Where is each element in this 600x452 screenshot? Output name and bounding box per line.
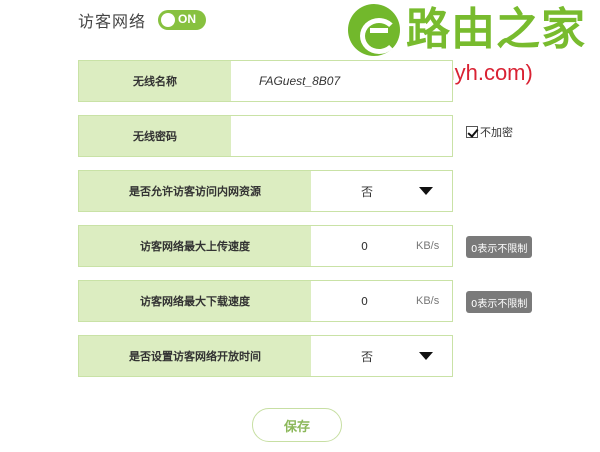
upload-speed-unit: KB/s bbox=[416, 240, 440, 252]
guest-network-header: 访客网络 ON bbox=[78, 8, 207, 32]
chevron-down-icon[interactable] bbox=[419, 352, 433, 360]
no-encrypt-label: 不加密 bbox=[480, 126, 513, 139]
download-speed-label: 访客网络最大下载速度 bbox=[79, 281, 311, 321]
no-encrypt-checkbox[interactable] bbox=[466, 126, 478, 138]
ssid-label: 无线名称 bbox=[79, 61, 231, 101]
download-speed-input[interactable]: 0 bbox=[361, 281, 368, 321]
upload-speed-label: 访客网络最大上传速度 bbox=[79, 226, 311, 266]
intranet-access-label: 是否允许访客访问内网资源 bbox=[79, 171, 311, 211]
save-button[interactable]: 保存 bbox=[252, 408, 342, 442]
watermark-name: 路由之家 bbox=[406, 4, 586, 55]
toggle-label: ON bbox=[178, 12, 197, 26]
download-speed-row: 访客网络最大下载速度 0 KB/s bbox=[78, 280, 453, 322]
open-time-row: 是否设置访客网络开放时间 否 bbox=[78, 335, 453, 377]
page-title: 访客网络 bbox=[78, 12, 147, 31]
toggle-knob bbox=[161, 13, 176, 27]
intranet-access-select[interactable]: 否 bbox=[361, 171, 373, 211]
download-speed-hint: 0表示不限制 bbox=[466, 291, 533, 313]
password-row: 无线密码 bbox=[78, 115, 453, 157]
open-time-select[interactable]: 否 bbox=[361, 336, 373, 376]
password-label: 无线密码 bbox=[79, 116, 231, 156]
guest-network-toggle[interactable]: ON bbox=[158, 10, 207, 30]
upload-speed-input[interactable]: 0 bbox=[361, 226, 368, 266]
open-time-label: 是否设置访客网络开放时间 bbox=[79, 336, 311, 376]
watermark-logo-icon bbox=[348, 4, 400, 56]
no-encrypt-option[interactable]: 不加密 bbox=[466, 124, 513, 140]
ssid-input[interactable]: FAGuest_8B07 bbox=[259, 61, 449, 101]
download-speed-unit: KB/s bbox=[416, 295, 440, 307]
chevron-down-icon[interactable] bbox=[419, 187, 433, 195]
upload-speed-row: 访客网络最大上传速度 0 KB/s bbox=[78, 225, 453, 267]
ssid-row: 无线名称 FAGuest_8B07 bbox=[78, 60, 453, 102]
upload-speed-hint: 0表示不限制 bbox=[466, 236, 533, 258]
password-input[interactable] bbox=[233, 116, 451, 156]
intranet-access-row: 是否允许访客访问内网资源 否 bbox=[78, 170, 453, 212]
